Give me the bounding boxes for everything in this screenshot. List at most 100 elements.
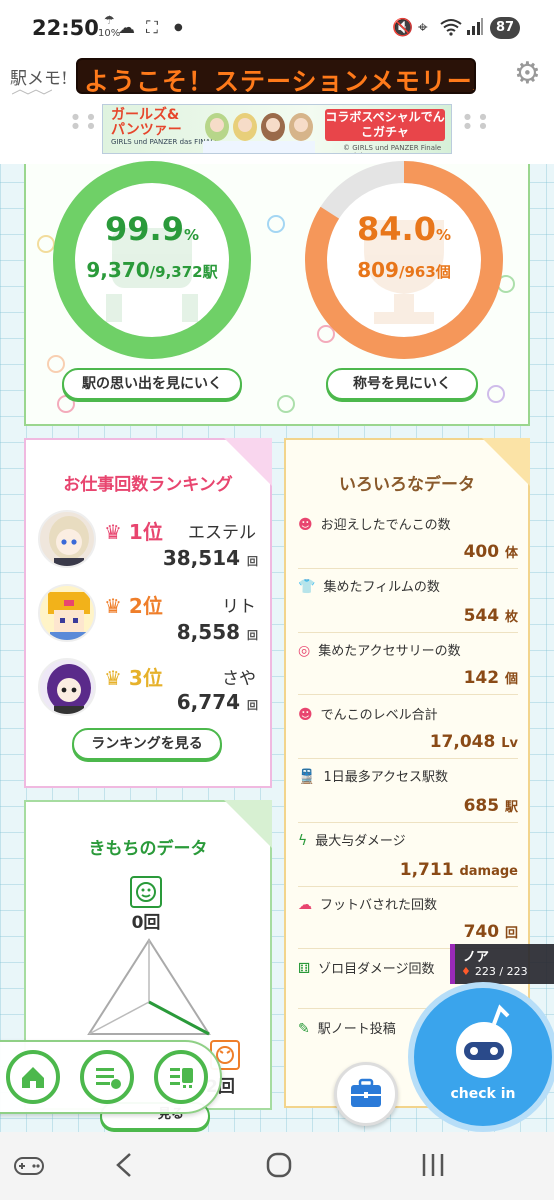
decor-dots-left: ● ● ● ● [72, 112, 98, 130]
data-row-label-2: ◎ 集めたアクセサリーの数 [298, 640, 461, 659]
avatar-rank-1[interactable] [38, 510, 96, 568]
denko-icon: ☻ [298, 517, 313, 533]
titles-button[interactable]: 称号を見にいく [326, 368, 478, 400]
data-value-2: 142 [463, 668, 500, 688]
data-value-3: 17,048 [429, 732, 496, 752]
mood-title: きもちのデータ [88, 839, 208, 859]
data-row-label-3: ☻ でんこのレベル合計 [298, 704, 438, 723]
collab-banner[interactable]: ガールズ&パンツァー GIRLS und PANZER das FINALE コ… [102, 104, 452, 154]
app-logo[interactable]: 駅メモ! [10, 64, 68, 89]
rank-2-unit: 回 [247, 629, 258, 642]
banner-special-label: コラボスペシャルでんこガチャ [325, 109, 445, 141]
divider [298, 694, 518, 695]
cloud-icon: ☁ [298, 897, 312, 913]
rank-3-count: 6,774 回 [130, 690, 258, 714]
gear-icon[interactable]: ⚙ [514, 56, 541, 91]
titles-percent-unit: % [435, 226, 451, 244]
stations-count: 9,370/9,372駅 [46, 258, 258, 282]
data-label-text-6: フットバされた回数 [320, 898, 438, 913]
decor-dots-right: ● ● ● ● [464, 112, 490, 130]
recent-apps-icon[interactable] [418, 1150, 448, 1187]
mood-top-value: 0回 [131, 913, 161, 933]
data-row-value-1: 544 枚 [300, 606, 518, 626]
rank-2-count-value: 8,558 [176, 620, 241, 644]
shirt-icon: 👕 [298, 579, 316, 595]
data-value-0: 400 [463, 542, 500, 562]
train-icon: 🚆 [298, 769, 316, 785]
data-unit-2: 個 [504, 672, 518, 687]
player-hp-value: 223 / 223 [474, 965, 528, 978]
data-row-label-5: ϟ 最大与ダメージ [298, 830, 406, 849]
data-unit-3: Lv [501, 736, 518, 751]
gamepad-icon[interactable] [14, 1154, 44, 1185]
station-memories-button[interactable]: 駅の思い出を見にいく [62, 368, 242, 400]
data-row-value-4: 685 駅 [300, 796, 518, 816]
weather-icon: ☂ 10% [98, 13, 121, 39]
location-icon: ⌖ [418, 18, 428, 38]
list-icon[interactable] [80, 1050, 134, 1104]
home-icon[interactable] [6, 1050, 60, 1104]
lightning-icon: ϟ [298, 833, 308, 849]
banner-title: ガールズ&パンツァー [111, 107, 182, 138]
dot-icon: ● [174, 22, 183, 33]
data-label-text-2: 集めたアクセサリーの数 [318, 644, 461, 659]
crown-icon: ♛ [104, 666, 122, 690]
stations-percent: 99.9% [46, 210, 258, 248]
data-row-value-2: 142 個 [300, 668, 518, 688]
data-row-label-6: ☁ フットバされた回数 [298, 894, 437, 913]
mood-happy-icon [130, 876, 162, 908]
rank-2-name: リト [222, 597, 256, 617]
station-list-icon[interactable] [154, 1050, 208, 1104]
data-row-label-1: 👕 集めたフィルムの数 [298, 576, 440, 595]
divider [298, 886, 518, 887]
marquee-text: ようこそ！ステーションメモリーズ [84, 67, 476, 94]
rank-1-unit: 回 [247, 555, 258, 568]
data-value-4: 685 [463, 796, 500, 816]
denko-icon: ☻ [298, 707, 313, 723]
app-logo-sub [11, 88, 53, 99]
titles-percent-value: 84.0 [357, 210, 436, 248]
data-unit-0: 体 [504, 546, 518, 561]
divider [298, 758, 518, 759]
banner-characters-image [203, 113, 315, 153]
data-label-text-0: お迎えしたでんこの数 [320, 518, 451, 533]
player-name: ノア [463, 950, 490, 965]
pencil-icon: ✎ [298, 1021, 310, 1037]
banner-copyright: © GIRLS und PANZER Finale Projekt [343, 144, 442, 153]
player-hp: ♦ 223 / 223 [461, 965, 528, 978]
data-label-text-4: 1日最多アクセス駅数 [323, 770, 449, 785]
back-icon[interactable] [112, 1150, 136, 1187]
check-in-button[interactable]: check in [408, 982, 554, 1132]
titles-percent: 84.0% [298, 210, 510, 248]
view-ranking-button[interactable]: ランキングを見る [72, 728, 222, 760]
divider [298, 822, 518, 823]
welcome-marquee: ようこそ！ステーションメモリーズ [76, 58, 476, 94]
data-unit-6: 回 [504, 926, 518, 941]
mute-icon: 🔇 [392, 18, 414, 38]
player-status-chip[interactable]: ノア ♦ 223 / 223 [450, 944, 554, 984]
avatar-rank-2[interactable] [38, 584, 96, 642]
data-row-value-5: 1,711 damage [300, 860, 518, 880]
wifi-icon [440, 18, 462, 41]
battery-indicator: 87 [490, 17, 520, 39]
data-label-text-5: 最大与ダメージ [315, 834, 406, 849]
crown-icon: ♛ [104, 520, 122, 544]
titles-count-total: /963個 [398, 263, 451, 281]
status-time: 22:50 [32, 16, 99, 40]
data-label-text-7: ゾロ目ダメージ回数 [318, 962, 435, 977]
dice-icon: ⚅ [298, 961, 311, 977]
avatar-rank-3[interactable] [38, 658, 96, 716]
briefcase-icon[interactable] [334, 1062, 398, 1126]
data-label-text-1: 集めたフィルムの数 [323, 580, 440, 595]
rank-1-count: 38,514 回 [130, 546, 258, 570]
screenshot-icon: ⛶ [146, 18, 158, 38]
ring-icon: ◎ [298, 643, 311, 659]
rank-1-count-value: 38,514 [162, 546, 241, 570]
stations-count-total: /9,372駅 [149, 263, 218, 281]
home-circle-icon[interactable] [264, 1150, 294, 1187]
data-unit-1: 枚 [504, 610, 518, 625]
data-unit-5: damage [459, 864, 518, 879]
rank-3-count-value: 6,774 [176, 690, 241, 714]
stations-percent-unit: % [183, 226, 199, 244]
data-row-value-0: 400 体 [300, 542, 518, 562]
